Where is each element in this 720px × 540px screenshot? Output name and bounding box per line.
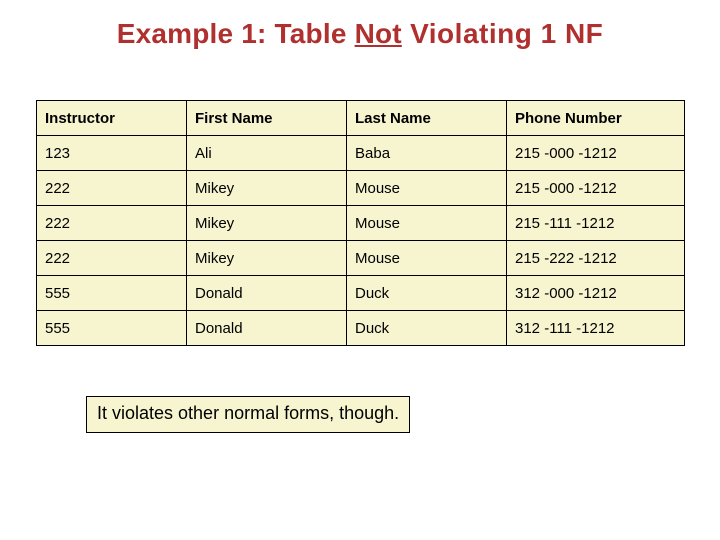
title-pre: Example 1: Table	[117, 18, 355, 49]
table-row: 555 Donald Duck 312 -111 -1212	[37, 311, 685, 346]
table-row: 222 Mikey Mouse 215 -222 -1212	[37, 241, 685, 276]
table-header-row: Instructor First Name Last Name Phone Nu…	[37, 101, 685, 136]
col-header: Last Name	[347, 101, 507, 136]
table-body: 123 Ali Baba 215 -000 -1212 222 Mikey Mo…	[37, 136, 685, 346]
col-header: Phone Number	[507, 101, 685, 136]
title-not: Not	[355, 18, 402, 49]
cell: 555	[37, 311, 187, 346]
nf-table: Instructor First Name Last Name Phone Nu…	[36, 100, 685, 346]
cell: Ali	[187, 136, 347, 171]
cell: 555	[37, 276, 187, 311]
cell: Baba	[347, 136, 507, 171]
title-post: Violating 1 NF	[402, 18, 603, 49]
cell: 222	[37, 171, 187, 206]
cell: 222	[37, 206, 187, 241]
cell: Duck	[347, 276, 507, 311]
table-row: 222 Mikey Mouse 215 -000 -1212	[37, 171, 685, 206]
col-header: Instructor	[37, 101, 187, 136]
footnote: It violates other normal forms, though.	[86, 396, 410, 433]
cell: Mikey	[187, 171, 347, 206]
cell: 215 -000 -1212	[507, 136, 685, 171]
cell: 312 -000 -1212	[507, 276, 685, 311]
cell: Mikey	[187, 241, 347, 276]
table-row: 222 Mikey Mouse 215 -111 -1212	[37, 206, 685, 241]
col-header: First Name	[187, 101, 347, 136]
slide-title: Example 1: Table Not Violating 1 NF	[0, 18, 720, 50]
cell: 215 -000 -1212	[507, 171, 685, 206]
cell: Mikey	[187, 206, 347, 241]
cell: Donald	[187, 276, 347, 311]
cell: 215 -111 -1212	[507, 206, 685, 241]
cell: Mouse	[347, 206, 507, 241]
table-row: 123 Ali Baba 215 -000 -1212	[37, 136, 685, 171]
table-row: 555 Donald Duck 312 -000 -1212	[37, 276, 685, 311]
cell: 222	[37, 241, 187, 276]
cell: 215 -222 -1212	[507, 241, 685, 276]
cell: Donald	[187, 311, 347, 346]
cell: Duck	[347, 311, 507, 346]
cell: 123	[37, 136, 187, 171]
cell: Mouse	[347, 241, 507, 276]
cell: 312 -111 -1212	[507, 311, 685, 346]
cell: Mouse	[347, 171, 507, 206]
